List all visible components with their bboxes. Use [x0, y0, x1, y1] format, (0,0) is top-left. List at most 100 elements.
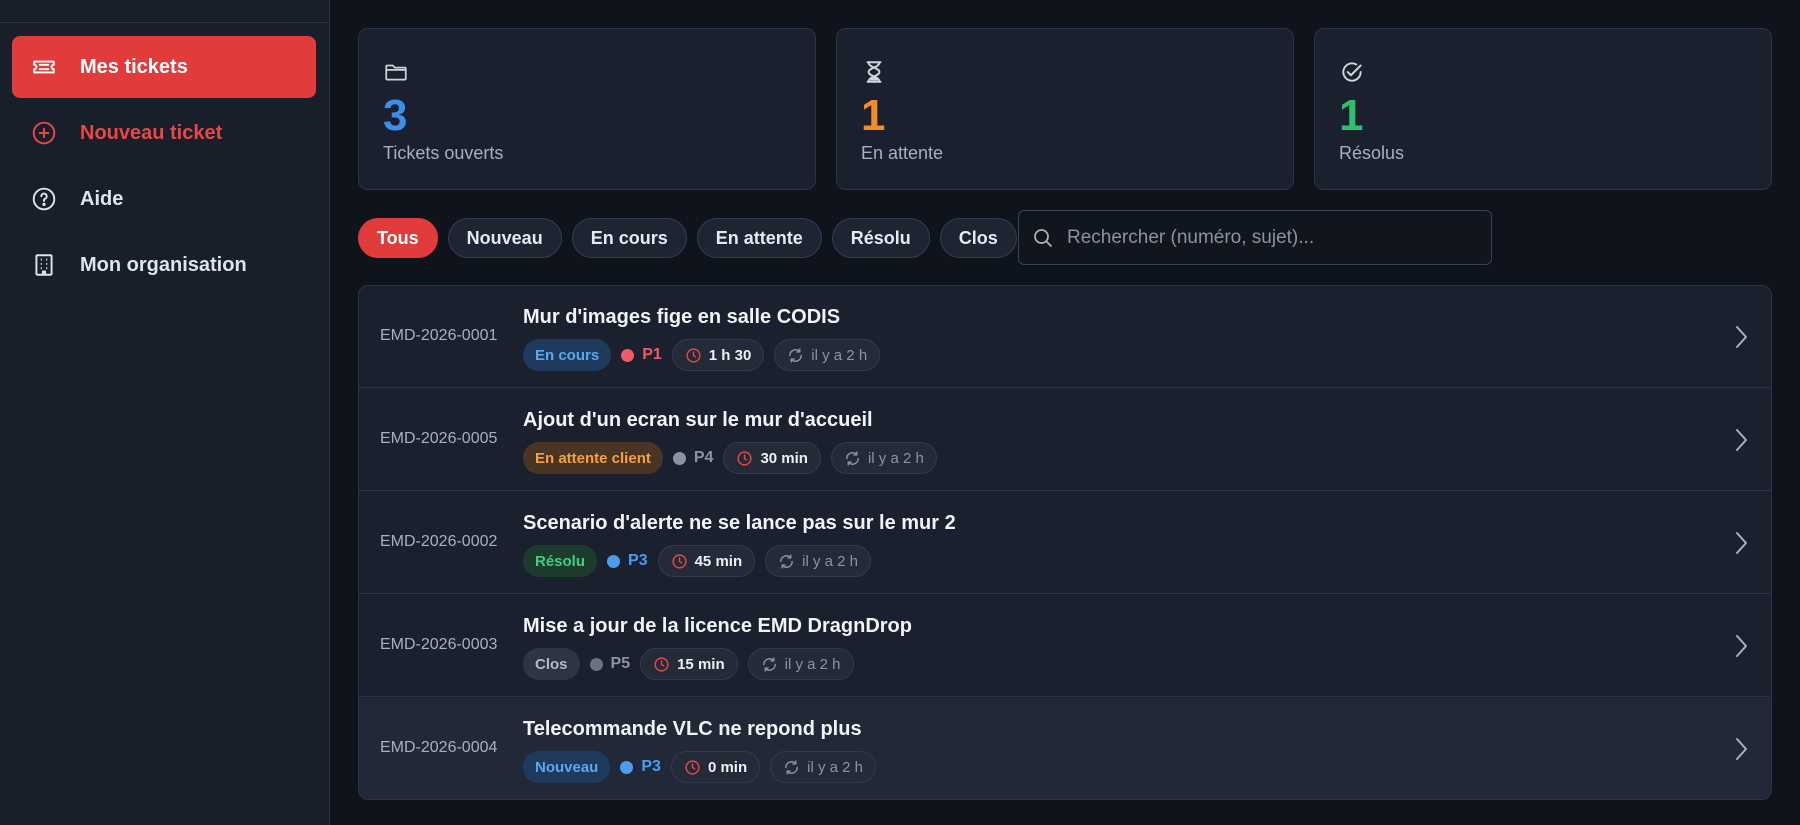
refresh-icon — [846, 450, 859, 466]
status-badge: Nouveau — [523, 751, 611, 783]
time-spent-pill: 45 min — [657, 545, 756, 577]
time-spent: 45 min — [694, 552, 743, 570]
updated-time: il y a 2 h — [784, 655, 841, 673]
ticket-meta: Clos P5 15 min il y a 2 h — [523, 648, 864, 680]
clock-icon — [672, 553, 687, 569]
clock-icon — [654, 656, 669, 672]
ticket-id: EMD-2026-0003 — [380, 636, 498, 653]
sidebar-item-label: Aide — [80, 187, 124, 210]
time-spent-pill: 0 min — [670, 751, 761, 783]
stat-value: 3 — [383, 91, 408, 140]
time-spent-pill: 15 min — [640, 648, 738, 680]
sidebar-item-label: Mes tickets — [80, 55, 188, 78]
updated-time: il y a 2 h — [867, 449, 924, 467]
priority-label: P3 — [628, 552, 648, 569]
sidebar-item-label: Mon organisation — [80, 253, 247, 276]
refresh-icon — [785, 759, 798, 775]
priority-indicator: P4 — [672, 449, 714, 467]
stat-label: Résolus — [1339, 143, 1405, 163]
priority-dot — [589, 657, 603, 671]
stat-card-waiting: 1 En attente — [836, 28, 1294, 190]
priority-indicator: P5 — [589, 655, 631, 673]
priority-indicator: P3 — [620, 758, 661, 776]
priority-label: P1 — [642, 346, 662, 363]
priority-dot — [621, 348, 635, 362]
updated-time: il y a 2 h — [802, 552, 858, 570]
chevron-right-icon[interactable] — [1731, 427, 1751, 453]
status-badge: En cours — [523, 339, 612, 371]
chevron-right-icon[interactable] — [1731, 736, 1751, 762]
search-icon — [1031, 226, 1067, 250]
priority-dot — [672, 451, 686, 465]
stat-label: En attente — [861, 143, 944, 163]
plus-circle-icon — [30, 119, 58, 147]
updated-pill: il y a 2 h — [830, 442, 937, 474]
ticket-id: EMD-2026-0002 — [380, 533, 498, 550]
filter-chip-en-attente[interactable]: En attente — [696, 218, 822, 258]
filter-chip-en-cours[interactable]: En cours — [571, 218, 687, 258]
sidebar-item-nouveau-ticket[interactable]: Nouveau ticket — [12, 102, 316, 164]
sidebar-item-label: Nouveau ticket — [80, 121, 223, 144]
updated-time: il y a 2 h — [811, 346, 868, 364]
search-box — [1018, 210, 1492, 265]
ticket-meta: En attente client P4 30 min il y a 2 h — [523, 442, 947, 474]
priority-label: P4 — [693, 449, 714, 466]
chevron-right-icon[interactable] — [1731, 530, 1751, 556]
ticket-id: EMD-2026-0005 — [380, 430, 498, 447]
status-badge: Résolu — [523, 545, 598, 577]
priority-indicator: P1 — [621, 346, 662, 364]
time-spent-pill: 1 h 30 — [671, 339, 765, 371]
ticket-id: EMD-2026-0004 — [380, 739, 498, 756]
sidebar-item-mon-organisation[interactable]: Mon organisation — [12, 234, 316, 296]
time-spent: 15 min — [677, 655, 725, 673]
ticket-meta: Résolu P3 45 min il y a 2 h — [523, 545, 881, 577]
priority-dot — [620, 760, 634, 774]
updated-pill: il y a 2 h — [774, 339, 881, 371]
filter-chip-clos[interactable]: Clos — [939, 218, 1017, 258]
updated-time: il y a 2 h — [807, 758, 863, 776]
ticket-row[interactable]: EMD-2026-0002 Scenario d'alerte ne se la… — [359, 492, 1771, 594]
ticket-row[interactable]: EMD-2026-0003 Mise a jour de la licence … — [359, 595, 1771, 697]
priority-label: P3 — [641, 758, 661, 775]
updated-pill: il y a 2 h — [765, 545, 871, 577]
ticket-meta: En cours P1 1 h 30 il y a 2 h — [523, 339, 890, 371]
search-input[interactable] — [1067, 211, 1491, 264]
clock-icon — [686, 347, 701, 363]
filter-chip-resolu[interactable]: Résolu — [831, 218, 930, 258]
time-spent: 0 min — [707, 758, 748, 776]
building-icon — [30, 251, 58, 279]
priority-indicator: P3 — [607, 552, 648, 570]
check-circle-icon — [1339, 59, 1367, 87]
time-spent: 30 min — [760, 449, 808, 467]
status-filter-bar: Tous Nouveau En cours En attente Résolu … — [358, 218, 1027, 258]
ticket-subject: Telecommande VLC ne repond plus — [523, 718, 862, 740]
hourglass-icon — [861, 59, 889, 87]
stat-card-resolved: 1 Résolus — [1314, 28, 1772, 190]
sidebar-item-mes-tickets[interactable]: Mes tickets — [12, 36, 316, 98]
ticket-subject: Mise a jour de la licence EMD DragnDrop — [523, 615, 912, 637]
sidebar: Mes tickets Nouveau ticket Aide Mon orga… — [0, 0, 330, 825]
help-circle-icon — [30, 185, 58, 213]
time-spent: 1 h 30 — [708, 346, 752, 364]
stat-label: Tickets ouverts — [383, 143, 504, 163]
chevron-right-icon[interactable] — [1731, 633, 1751, 659]
ticket-row[interactable]: EMD-2026-0001 Mur d'images fige en salle… — [359, 286, 1771, 388]
stat-card-open: 3 Tickets ouverts — [358, 28, 816, 190]
priority-label: P5 — [610, 655, 631, 672]
sidebar-item-aide[interactable]: Aide — [12, 168, 316, 230]
refresh-icon — [780, 553, 793, 569]
refresh-icon — [762, 656, 776, 672]
ticket-row[interactable]: EMD-2026-0004 Telecommande VLC ne repond… — [359, 698, 1771, 799]
filter-chip-nouveau[interactable]: Nouveau — [447, 218, 562, 258]
stat-value: 1 — [861, 91, 886, 140]
filter-chip-tous[interactable]: Tous — [358, 218, 438, 258]
sidebar-divider — [0, 22, 330, 23]
updated-pill: il y a 2 h — [770, 751, 876, 783]
ticket-id: EMD-2026-0001 — [380, 327, 498, 344]
ticket-icon — [30, 53, 58, 81]
priority-dot — [607, 554, 621, 568]
chevron-right-icon[interactable] — [1731, 324, 1751, 350]
ticket-meta: Nouveau P3 0 min il y a 2 h — [523, 751, 886, 783]
refresh-icon — [789, 347, 803, 363]
ticket-row[interactable]: EMD-2026-0005 Ajout d'un ecran sur le mu… — [359, 389, 1771, 491]
